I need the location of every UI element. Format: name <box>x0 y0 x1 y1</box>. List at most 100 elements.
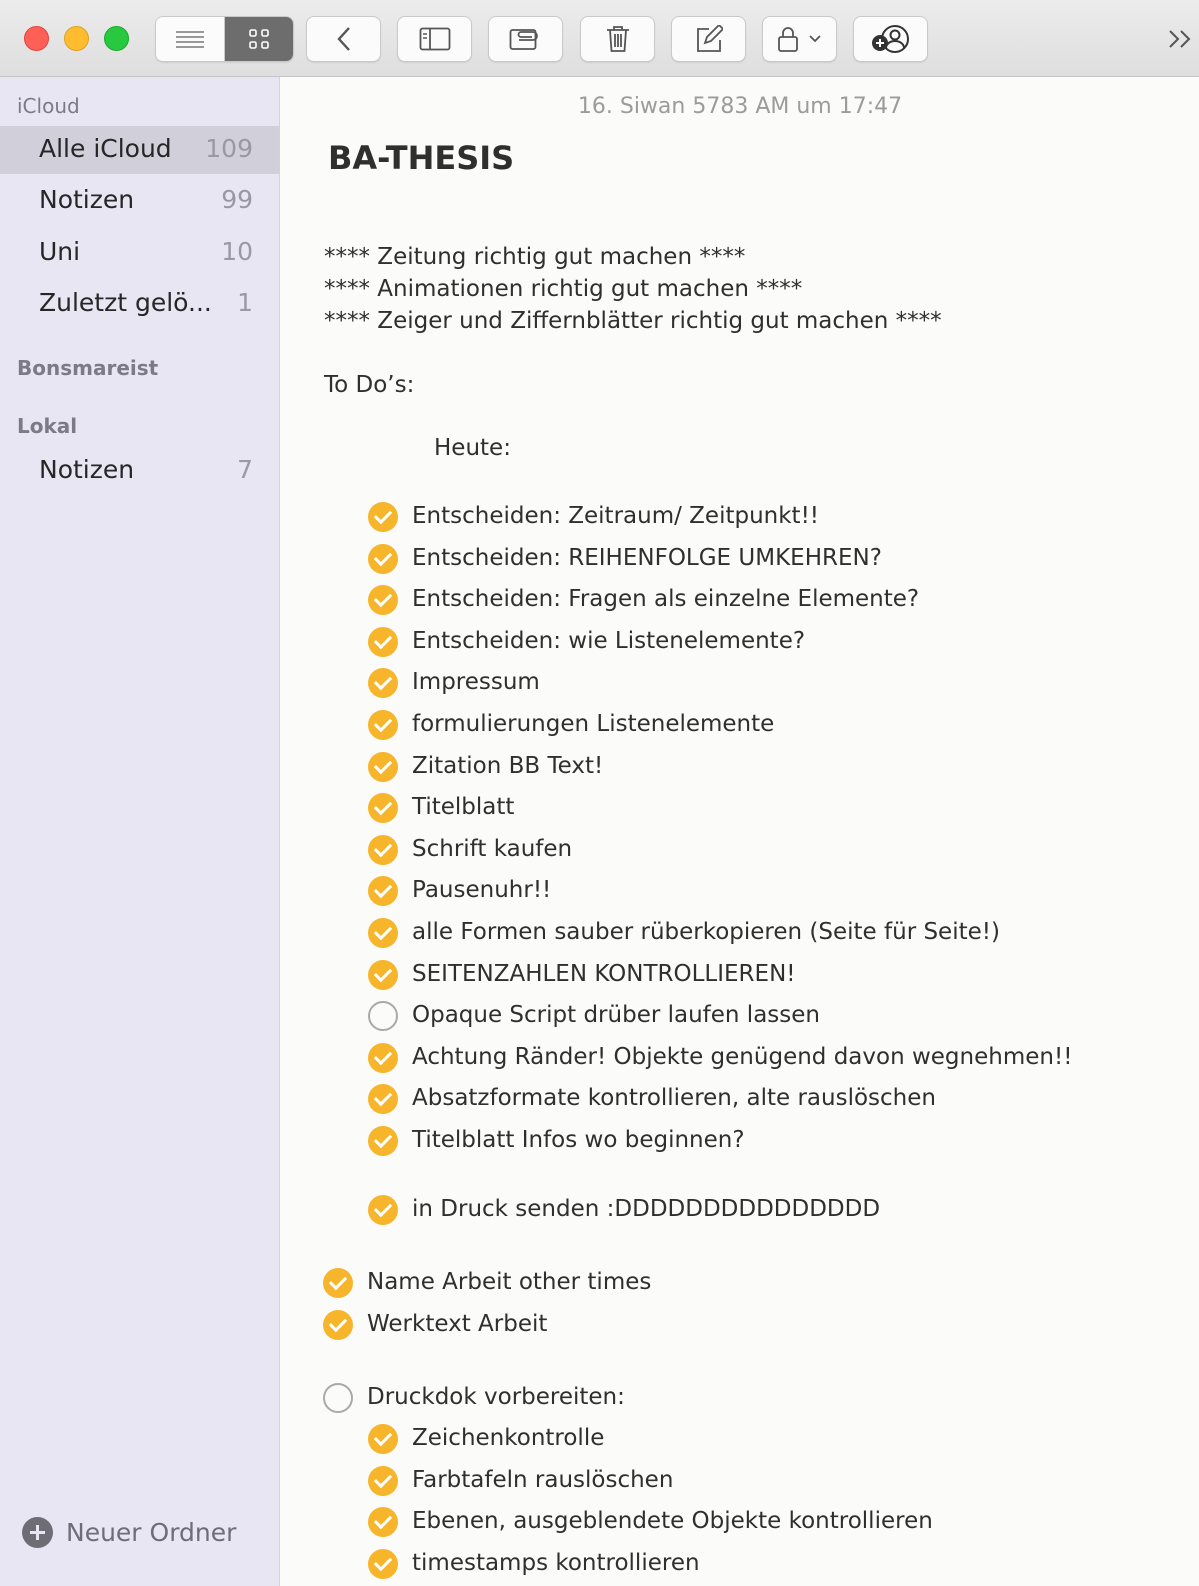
checked-circle-icon[interactable] <box>368 751 398 782</box>
checked-circle-icon[interactable] <box>368 876 398 907</box>
checklist-item-text[interactable]: Titelblatt Infos wo beginnen? <box>412 1127 745 1153</box>
checked-circle-icon[interactable] <box>368 1424 398 1454</box>
compose-icon <box>696 25 723 52</box>
sidebar-item-count: 99 <box>221 185 253 214</box>
checked-circle-icon[interactable] <box>323 1309 353 1340</box>
todo-heading: To Do’s: <box>324 372 415 398</box>
checklist-item-text[interactable]: Entscheiden: wie Listenelemente? <box>412 628 805 654</box>
checklist-item-text[interactable]: Achtung Ränder! Objekte genügend davon w… <box>412 1044 1072 1070</box>
checklist-item-text[interactable]: Zeichenkontrolle <box>412 1425 604 1451</box>
checked-circle-icon[interactable] <box>368 626 398 657</box>
sidebar-item-alle-icloud[interactable]: Alle iCloud 109 <box>0 126 279 174</box>
checked-circle-icon[interactable] <box>368 1548 398 1579</box>
checked-circle-icon[interactable] <box>368 1084 398 1115</box>
toolbar <box>0 0 1199 77</box>
note-date: 16. Siwan 5783 AM um 17:47 <box>577 94 903 119</box>
new-folder-button[interactable]: Neuer Ordner <box>22 1514 236 1550</box>
unchecked-circle-icon[interactable] <box>368 1001 398 1032</box>
lock-icon <box>777 27 821 52</box>
trash-icon <box>606 26 629 52</box>
sidebar-item-label: Uni <box>39 237 81 266</box>
checklist-item-text[interactable]: formulierungen Listenelemente <box>412 711 774 737</box>
checklist-item-text[interactable]: Schrift kaufen <box>412 836 572 862</box>
toolbar-overflow-button[interactable] <box>1167 24 1197 54</box>
group-title-bonsmareist[interactable]: Bonsmareist <box>17 356 158 380</box>
sidebar-item-count: 1 <box>237 288 253 317</box>
checklist-item-text[interactable]: Zitation BB Text! <box>412 753 603 779</box>
checked-circle-icon[interactable] <box>368 918 398 948</box>
sidebar-item-recently-deleted[interactable]: Zuletzt gelö... 1 <box>0 280 279 328</box>
checked-circle-icon[interactable] <box>368 502 398 532</box>
checked-circle-icon[interactable] <box>368 1195 398 1225</box>
checked-circle-icon[interactable] <box>368 834 398 865</box>
sidebar-item-label: Alle iCloud <box>39 134 172 163</box>
note-editor[interactable]: 16. Siwan 5783 AM um 17:47 BA-THESIS ***… <box>281 77 1199 1586</box>
checklist-item-text[interactable]: timestamps kontrollieren <box>412 1550 700 1576</box>
sidebar-item-count: 7 <box>237 455 253 484</box>
close-window-button[interactable] <box>24 26 49 51</box>
sidebar-item-label: Notizen <box>39 185 135 214</box>
checklist-item-text[interactable]: Name Arbeit other times <box>367 1269 651 1295</box>
sidebar-item-notizen[interactable]: Notizen 99 <box>0 177 279 225</box>
compose-button[interactable] <box>671 16 746 62</box>
checklist-item-text[interactable]: Impressum <box>412 669 540 695</box>
checklist-item-text[interactable]: Titelblatt <box>412 794 514 820</box>
sidebar-icon <box>419 27 450 51</box>
plus-circle-icon <box>22 1516 53 1548</box>
checked-circle-icon[interactable] <box>368 668 398 699</box>
checked-circle-icon[interactable] <box>368 710 398 740</box>
checked-circle-icon[interactable] <box>368 1465 398 1496</box>
list-view-button[interactable] <box>156 17 225 61</box>
checklist-item-text[interactable]: alle Formen sauber rüberkopieren (Seite … <box>412 919 1000 945</box>
checklist-item-text[interactable]: Ebenen, ausgeblendete Objekte kontrollie… <box>412 1508 933 1534</box>
sidebar-item-lokal-notizen[interactable]: Notizen 7 <box>0 447 279 495</box>
minimize-window-button[interactable] <box>64 26 89 51</box>
toggle-sidebar-button[interactable] <box>397 16 472 62</box>
checklist-item-text[interactable]: Farbtafeln rauslöschen <box>412 1467 673 1493</box>
view-mode-segmented-control <box>155 16 294 62</box>
zoom-window-button[interactable] <box>104 26 129 51</box>
chevron-double-right-icon <box>1169 30 1191 48</box>
back-button[interactable] <box>306 16 381 62</box>
checked-circle-icon[interactable] <box>368 793 398 824</box>
checked-circle-icon[interactable] <box>368 543 398 574</box>
checked-circle-icon[interactable] <box>368 585 398 616</box>
checklist-item-text[interactable]: Pausenuhr!! <box>412 877 551 903</box>
gallery-view-button[interactable] <box>224 17 293 61</box>
checklist-item-text[interactable]: Entscheiden: Zeitraum/ Zeitpunkt!! <box>412 503 819 529</box>
lock-button[interactable] <box>762 16 837 62</box>
unchecked-circle-icon[interactable] <box>323 1383 353 1413</box>
checked-circle-icon[interactable] <box>368 1507 398 1538</box>
new-folder-label: Neuer Ordner <box>66 1517 237 1547</box>
list-view-icon <box>175 31 204 48</box>
sidebar-item-label: Notizen <box>39 455 135 484</box>
group-title-lokal[interactable]: Lokal <box>17 414 77 438</box>
sidebar-item-uni[interactable]: Uni 10 <box>0 229 279 277</box>
checked-circle-icon[interactable] <box>368 1042 398 1073</box>
today-heading: Heute: <box>434 435 511 461</box>
delete-button[interactable] <box>580 16 655 62</box>
checklist-item-text[interactable]: Entscheiden: Fragen als einzelne Element… <box>412 586 919 612</box>
group-title-icloud: iCloud <box>17 94 80 118</box>
checklist-item-text[interactable]: in Druck senden :DDDDDDDDDDDDDDD <box>412 1196 880 1222</box>
sidebar-item-count: 10 <box>221 237 253 266</box>
attachments-button[interactable] <box>488 16 563 62</box>
checked-circle-icon[interactable] <box>368 959 398 990</box>
gallery-view-icon <box>248 29 269 49</box>
checklist-item-text[interactable]: SEITENZAHLEN KONTROLLIEREN! <box>412 961 796 987</box>
intro-line: **** Zeitung richtig gut machen **** <box>324 244 746 270</box>
checklist-item-text[interactable]: Entscheiden: REIHENFOLGE UMKEHREN? <box>412 545 882 571</box>
checklist-item-text[interactable]: Opaque Script drüber laufen lassen <box>412 1002 820 1028</box>
checked-circle-icon[interactable] <box>368 1126 398 1156</box>
checklist-item-text[interactable]: Werktext Arbeit <box>367 1311 547 1337</box>
collaborate-button[interactable] <box>853 16 928 62</box>
checked-circle-icon[interactable] <box>323 1268 353 1298</box>
checklist-item-text[interactable]: Druckdok vorbereiten: <box>367 1384 625 1410</box>
intro-line: **** Zeiger und Ziffernblätter richtig g… <box>324 308 942 334</box>
sidebar-item-label: Zuletzt gelö... <box>39 288 212 317</box>
note-title[interactable]: BA-THESIS <box>328 139 514 177</box>
chevron-left-icon <box>336 27 350 51</box>
checklist-item-text[interactable]: Absatzformate kontrollieren, alte rauslö… <box>412 1085 936 1111</box>
sidebar-item-count: 109 <box>205 134 253 163</box>
add-person-icon <box>871 25 909 53</box>
